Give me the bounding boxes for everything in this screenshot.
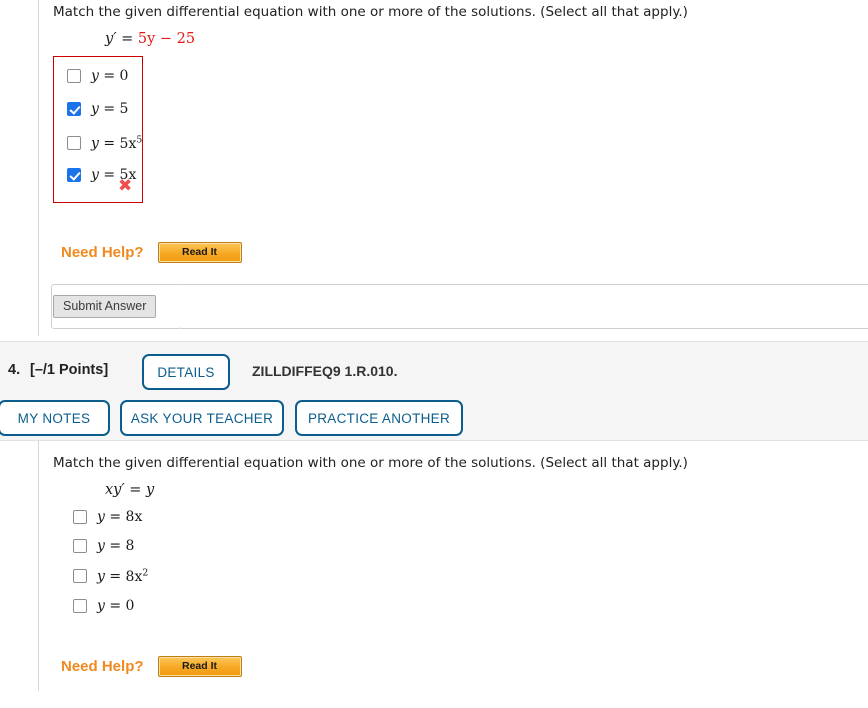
option-row[interactable]: y = 0 xyxy=(73,598,134,614)
assignment-page: Match the given differential equation wi… xyxy=(0,0,868,708)
option-label: y = 8x2 xyxy=(97,567,149,585)
equation-lhs: xy′ = y xyxy=(105,482,155,498)
checkbox-y-equals-8x[interactable] xyxy=(73,510,87,524)
need-help-label: Need Help? xyxy=(61,658,144,675)
question-4-number: 4. xyxy=(8,362,21,378)
question-4-points: [–/1 Points] xyxy=(30,362,109,378)
option-label: y = 0 xyxy=(97,598,135,614)
option-label: y = 8 xyxy=(97,538,135,554)
option-row[interactable]: y = 5 xyxy=(67,101,128,117)
option-row[interactable]: y = 8x xyxy=(73,509,142,525)
details-button[interactable]: DETAILS xyxy=(142,354,230,390)
equation-rhs: 5y − 25 xyxy=(137,31,196,47)
question-3-need-help: Need Help? Read It xyxy=(61,242,242,263)
question-4-equation: xy′ = y xyxy=(105,482,154,498)
question-4-need-help: Need Help? Read It xyxy=(61,656,242,677)
read-it-button[interactable]: Read It xyxy=(157,656,242,677)
checkbox-y-equals-0[interactable] xyxy=(73,599,87,613)
question-4-header: 4. [–/1 Points] DETAILS ZILLDIFFEQ9 1.R.… xyxy=(0,342,868,440)
incorrect-x-icon: ✖ xyxy=(118,176,133,196)
option-row[interactable]: y = 0 xyxy=(67,68,128,84)
equation-lhs: y′ = xyxy=(105,31,138,47)
read-it-button[interactable]: Read It xyxy=(157,242,242,263)
my-notes-button[interactable]: MY NOTES xyxy=(0,400,110,436)
option-label: y = 0 xyxy=(91,68,129,84)
question-4-code: ZILLDIFFEQ9 1.R.010. xyxy=(252,363,398,379)
checkbox-y-equals-5x5[interactable] xyxy=(67,135,81,150)
checkbox-y-equals-8[interactable] xyxy=(73,539,87,553)
question-3-equation: y′ = 5y − 25 xyxy=(105,31,195,47)
submit-answer-button[interactable]: Submit Answer xyxy=(53,295,157,318)
option-row[interactable]: y = 8 xyxy=(73,538,134,554)
question-3-prompt: Match the given differential equation wi… xyxy=(53,4,688,20)
option-row[interactable]: y = 8x2 xyxy=(73,567,148,585)
question-4-prompt: Match the given differential equation wi… xyxy=(53,455,688,471)
option-row[interactable]: y = 5x5 xyxy=(67,134,142,152)
option-label: y = 5 xyxy=(91,101,129,117)
question-4-body: Match the given differential equation wi… xyxy=(38,441,868,691)
question-3-submit-filler xyxy=(180,284,868,329)
need-help-label: Need Help? xyxy=(61,244,144,261)
option-label: y = 5x5 xyxy=(91,134,143,152)
practice-another-button[interactable]: PRACTICE ANOTHER xyxy=(295,400,463,436)
ask-your-teacher-button[interactable]: ASK YOUR TEACHER xyxy=(120,400,284,436)
option-label: y = 8x xyxy=(97,509,143,525)
checkbox-y-equals-5x[interactable] xyxy=(67,168,81,182)
checkbox-y-equals-8x2[interactable] xyxy=(73,568,87,583)
checkbox-y-equals-5[interactable] xyxy=(67,102,81,116)
question-3-answer-group: y = 0 y = 5 y = 5x5 y = 5x ✖ xyxy=(53,56,143,203)
question-3-body: Match the given differential equation wi… xyxy=(38,0,868,336)
checkbox-y-equals-0[interactable] xyxy=(67,69,81,83)
